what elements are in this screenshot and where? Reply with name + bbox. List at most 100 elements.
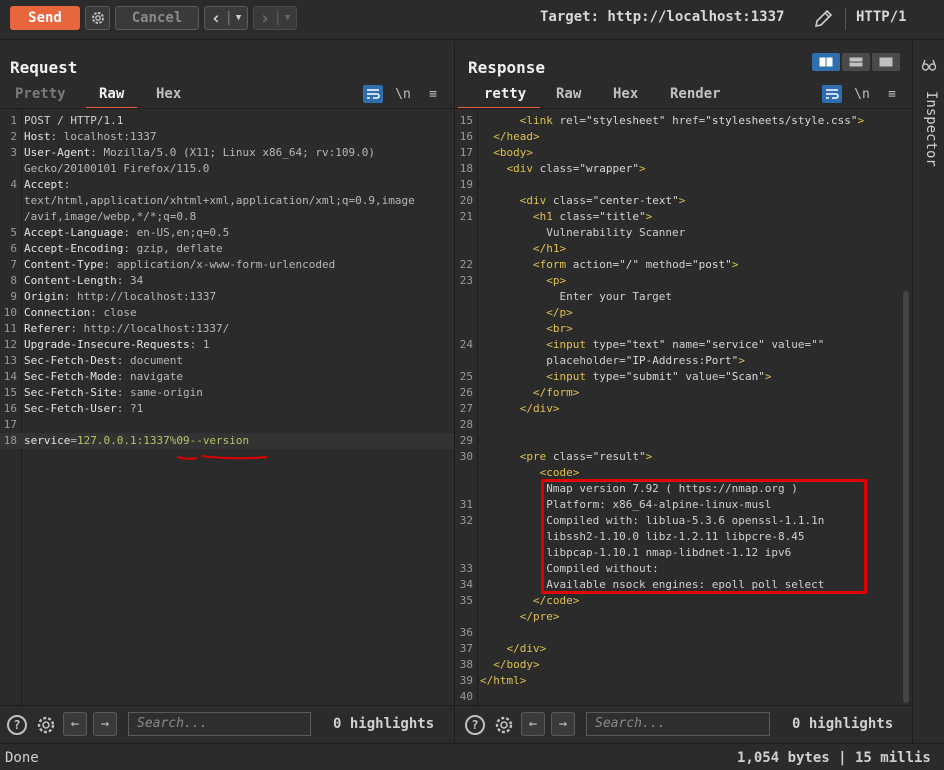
line-text: POST / HTTP/1.1 (24, 114, 124, 127)
line-text: Accept: (24, 178, 71, 191)
code-line: 11 Referer: http://localhost:1337/ (0, 321, 454, 337)
response-stats: 1,054 bytes | 15 millis (737, 750, 931, 766)
code-line: 15 Sec-Fetch-Site: same-origin (0, 385, 454, 401)
line-text: Sec-Fetch-User: ?1 (24, 402, 144, 415)
history-back-button[interactable]: ‹ | ▼ (204, 6, 248, 30)
line-number: 20 (459, 194, 473, 207)
line-number: 10 (3, 306, 17, 319)
menu-icon[interactable]: ≡ (882, 85, 902, 103)
line-number: 17 (459, 146, 473, 159)
menu-icon[interactable]: ≡ (423, 85, 443, 103)
line-text: <form action="/" method="post"> (532, 258, 739, 271)
request-panel: Request Pretty Raw Hex \n ≡ 1 POST / HTTP… (0, 41, 455, 743)
edit-target-pencil-icon[interactable] (812, 8, 834, 30)
wrap-lines-icon[interactable] (822, 85, 842, 103)
line-text: <pre class="result"> (519, 450, 653, 463)
tab-render[interactable]: Render (670, 83, 721, 109)
code-line: 28 (456, 417, 912, 433)
line-text: Origin: http://localhost:1337 (24, 290, 217, 303)
code-line: </p> (456, 305, 912, 321)
previous-match-arrow-icon[interactable]: ← (521, 712, 545, 736)
code-line: 3 User-Agent: Mozilla/5.0 (X11; Linux x86… (0, 145, 454, 161)
code-line: 21 <h1 class="title"> (456, 209, 912, 225)
code-line: 24 <input type="text" name="service" val… (456, 337, 912, 353)
next-match-arrow-icon[interactable]: → (93, 712, 117, 736)
code-line: 13 Sec-Fetch-Dest: document (0, 353, 454, 369)
layout-switcher (812, 47, 900, 71)
wrap-lines-icon[interactable] (363, 85, 383, 103)
search-input[interactable]: Search... (586, 712, 770, 736)
code-line: 19 (456, 177, 912, 193)
help-icon[interactable]: ? (465, 715, 485, 735)
tab-raw[interactable]: Raw (86, 83, 138, 109)
tab-hex[interactable]: Hex (156, 83, 181, 109)
line-number: 23 (459, 274, 473, 287)
line-number: 4 (10, 178, 17, 191)
line-text: </pre> (519, 610, 560, 623)
search-settings-gear-icon[interactable] (35, 714, 57, 736)
line-text: </form> (532, 386, 580, 399)
code-line: 39 </html> (456, 673, 912, 689)
code-line: 29 (456, 433, 912, 449)
single-pane-layout-icon[interactable] (872, 53, 900, 71)
line-number: 40 (459, 690, 473, 703)
chevron-left-icon: ‹ (210, 7, 222, 29)
line-number: 22 (459, 258, 473, 271)
side-by-side-layout-icon[interactable] (812, 53, 840, 71)
next-match-arrow-icon[interactable]: → (551, 712, 575, 736)
cancel-button[interactable]: Cancel (115, 6, 199, 30)
line-text: <div class="wrapper"> (506, 162, 646, 175)
dropdown-arrow-icon[interactable]: ▼ (285, 13, 290, 23)
search-settings-gear-icon[interactable] (493, 714, 515, 736)
code-line: 18 <div class="wrapper"> (456, 161, 912, 177)
response-editor[interactable]: 15 <link rel="stylesheet" href="styleshe… (456, 109, 912, 705)
code-line: 22 <form action="/" method="post"> (456, 257, 912, 273)
line-number: 18 (459, 162, 473, 175)
inspector-sidebar[interactable]: Inspector (912, 41, 944, 743)
line-number: 3 (10, 146, 17, 159)
http-version-label[interactable]: HTTP/1 (856, 9, 907, 25)
stacked-layout-icon[interactable] (842, 53, 870, 71)
history-forward-button[interactable]: › | ▼ (253, 6, 297, 30)
line-text: Upgrade-Insecure-Requests: 1 (24, 338, 210, 351)
line-text: Content-Type: application/x-www-form-url… (24, 258, 336, 271)
newline-toggle[interactable]: \n (852, 85, 872, 103)
line-text: Sec-Fetch-Dest: document (24, 354, 183, 367)
response-search-bar: ? ← → Search... 0 highlights (456, 705, 912, 743)
panel-title: Request (10, 58, 78, 77)
line-number: 25 (459, 370, 473, 383)
line-number: 11 (3, 322, 17, 335)
code-line: </h1> (456, 241, 912, 257)
tab-raw[interactable]: Raw (556, 83, 581, 109)
line-text: <h1 class="title"> (532, 210, 653, 223)
code-line: 25 <input type="submit" value="Scan"> (456, 369, 912, 385)
code-line: 12 Upgrade-Insecure-Requests: 1 (0, 337, 454, 353)
line-text: Accept-Encoding: gzip, deflate (24, 242, 223, 255)
line-number: 17 (3, 418, 17, 431)
tab-hex[interactable]: Hex (613, 83, 638, 109)
tab-pretty[interactable]: Pretty (15, 83, 66, 109)
line-number: 31 (459, 498, 473, 511)
line-number: 21 (459, 210, 473, 223)
line-number: 26 (459, 386, 473, 399)
tab-pretty[interactable]: retty (458, 83, 541, 109)
request-editor[interactable]: 1 POST / HTTP/1.1 2 Host: localhost:1337 3 Us… (0, 109, 454, 705)
help-icon[interactable]: ? (7, 715, 27, 735)
line-number: 33 (459, 562, 473, 575)
scrollbar[interactable] (903, 291, 909, 703)
line-text: </head> (493, 130, 540, 143)
search-input[interactable]: Search... (128, 712, 311, 736)
code-line: Gecko/20100101 Firefox/115.0 (0, 161, 454, 177)
send-button[interactable]: Send (10, 6, 80, 30)
inspector-label[interactable]: Inspector (919, 91, 939, 191)
line-number: 36 (459, 626, 473, 639)
dropdown-arrow-icon[interactable]: ▼ (236, 13, 241, 23)
code-line: 4 Accept: (0, 177, 454, 193)
line-text: Gecko/20100101 Firefox/115.0 (24, 162, 210, 175)
previous-match-arrow-icon[interactable]: ← (63, 712, 87, 736)
settings-gear-icon[interactable] (85, 6, 110, 30)
panel-title: Response (468, 58, 546, 77)
code-line: 23 <p> (456, 273, 912, 289)
newline-toggle[interactable]: \n (393, 85, 413, 103)
line-text: /avif,image/webp,*/*;q=0.8 (24, 210, 197, 223)
